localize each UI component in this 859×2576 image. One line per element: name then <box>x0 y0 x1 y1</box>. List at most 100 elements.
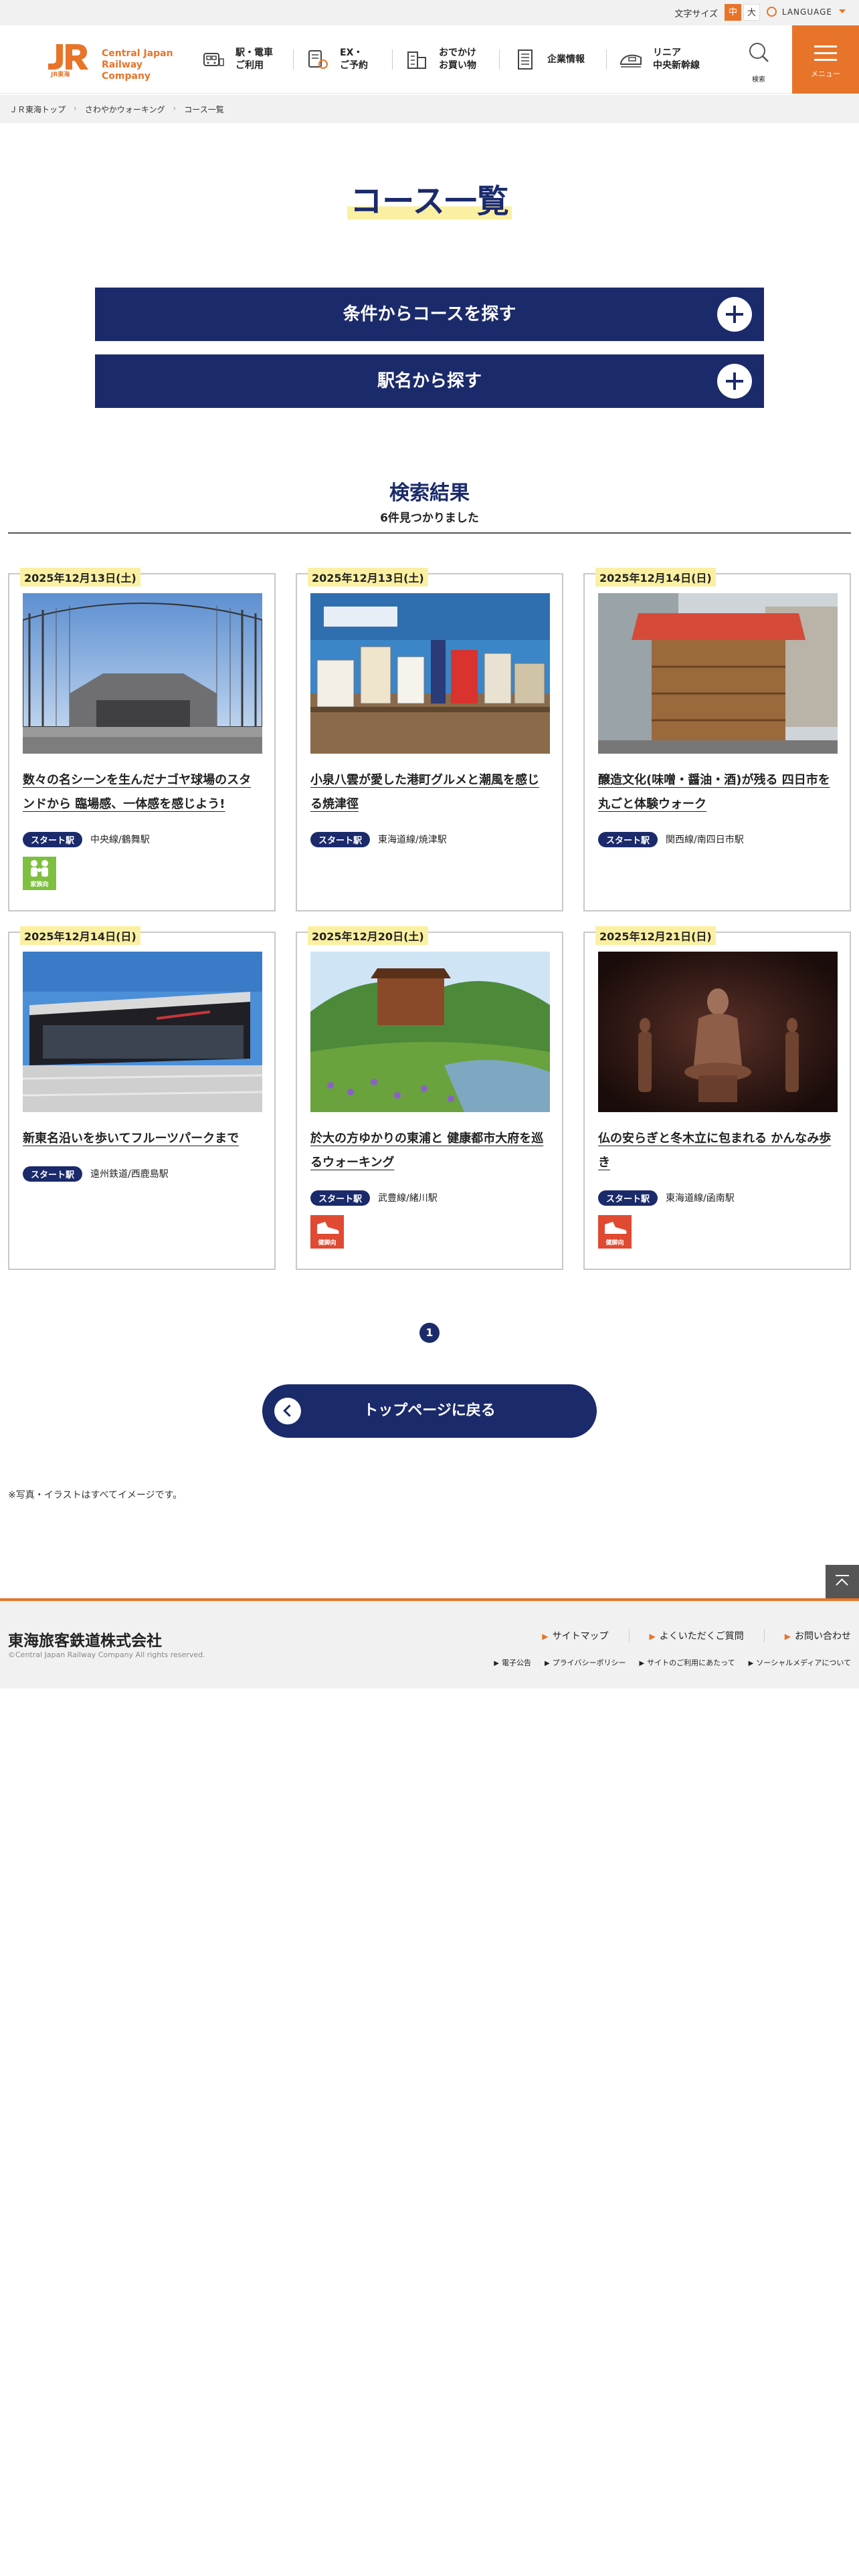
footer-sublink-label: 電子公告 <box>501 1658 531 1667</box>
breadcrumb-home[interactable]: ＪＲ東海トップ <box>9 104 66 115</box>
footer-sublink-social[interactable]: ▶ ソーシャルメディアについて <box>749 1657 851 1668</box>
page-top-button[interactable] <box>826 1565 859 1598</box>
course-photo-buddha-statues <box>598 952 838 1112</box>
course-date: 2025年12月14日(日) <box>20 926 140 945</box>
image-note: ※写真・イラストはすべてイメージです。 <box>8 1490 183 1501</box>
course-photo-yaizu <box>310 593 550 754</box>
badge-label: 健脚向 <box>605 1240 624 1247</box>
breadcrumb-link[interactable]: ＪＲ東海トップ <box>9 105 66 114</box>
nav-outing-shopping[interactable]: おでかけ お買い物 <box>405 44 492 75</box>
brand-name: Central Japan Railway Company <box>102 48 187 82</box>
page-title: コース一覧 <box>0 181 859 222</box>
start-station-tag: スタート駅 <box>598 831 658 847</box>
search-label: 検索 <box>752 76 765 84</box>
accordion-label: 条件からコースを探す <box>343 304 516 324</box>
search-button[interactable]: 検索 <box>744 39 773 86</box>
start-station: スタート駅 武豊線/緒川駅 <box>310 1190 438 1206</box>
footer-link-contact[interactable]: ▶ お問い合わせ <box>763 1629 851 1642</box>
maglev-icon <box>620 54 642 68</box>
course-photo-service-area <box>23 952 262 1112</box>
course-date: 2025年12月13日(土) <box>308 568 428 586</box>
course-photo-iris-garden <box>310 952 550 1112</box>
nav-corporate-info[interactable]: 企業情報 <box>514 44 594 75</box>
badge-label: 家族向 <box>30 881 49 888</box>
start-station-tag: スタート駅 <box>310 831 371 847</box>
triangle-right-icon: ▶ <box>639 1660 645 1667</box>
start-station-name: 遠州鉄道/西鹿島駅 <box>90 1169 169 1180</box>
breadcrumb: ＪＲ東海トップ › さわやかウォーキング › コース一覧 <box>0 95 859 123</box>
triangle-right-icon: ▶ <box>494 1660 499 1667</box>
font-size-large-button[interactable]: 大 <box>743 4 760 21</box>
plus-icon <box>717 297 752 332</box>
shoe-icon <box>605 1222 627 1234</box>
family-badge: 家族向 <box>23 857 56 890</box>
nav-station-train[interactable]: 駅・電車 ご利用 <box>202 44 282 75</box>
pagination-page-current[interactable]: 1 <box>419 1323 440 1343</box>
page-title-text: コース一覧 <box>347 181 512 222</box>
search-by-station-accordion[interactable]: 駅名から探す <box>95 354 764 408</box>
footer-sublink-privacy[interactable]: ▶ プライバシーポリシー <box>545 1657 626 1668</box>
course-card[interactable]: 2025年12月13日(土) 小泉八雲が愛した港町グルメと潮風を感じる焼津徑 ス… <box>296 568 563 911</box>
course-title: 数々の名シーンを生んだナゴヤ球場のスタンドから 臨場感、一体感を感じよう! <box>23 773 252 811</box>
search-by-conditions-accordion[interactable]: 条件からコースを探す <box>95 288 764 341</box>
course-photo-stadium <box>23 593 262 754</box>
triangle-right-icon: ▶ <box>649 1632 656 1641</box>
globe-icon <box>766 7 777 17</box>
footer-link-sitemap[interactable]: ▶ サイトマップ <box>522 1629 628 1642</box>
breadcrumb-current: コース一覧 <box>184 105 224 114</box>
course-card[interactable]: 2025年12月20日(土) 於大の方ゆかりの東浦と 健康都市大府を巡るウォーキ… <box>296 926 563 1270</box>
triangle-right-icon: ▶ <box>542 1632 549 1641</box>
start-station-tag: スタート駅 <box>23 1166 83 1182</box>
results-title: 検索結果 <box>389 481 470 505</box>
jr-central-logo[interactable]: JR東海 Central Japan Railway Company <box>47 43 187 82</box>
caret-down-icon <box>839 9 846 13</box>
footer-sublink-label: サイトのご利用にあたって <box>647 1658 735 1667</box>
nav-divider <box>499 49 500 70</box>
font-size-medium-button[interactable]: 中 <box>725 4 741 21</box>
nav-divider <box>392 49 393 70</box>
nav-label: リニア 中央新幹線 <box>653 47 700 71</box>
triangle-right-icon: ▶ <box>784 1632 791 1641</box>
start-station-name: 武豊線/緒川駅 <box>378 1193 438 1204</box>
footer-link-faq[interactable]: ▶ よくいただくご質問 <box>628 1629 764 1642</box>
start-station: スタート駅 東海道線/焼津駅 <box>310 831 447 847</box>
office-building-icon <box>518 49 533 70</box>
back-button-label: トップページに戻る <box>363 1402 496 1419</box>
menu-label: メニュー <box>811 70 840 78</box>
hamburger-icon <box>814 59 837 61</box>
course-card[interactable]: 2025年12月13日(土) 数々の名シーンを生んだナゴヤ球場のスタンドから 臨… <box>8 568 276 911</box>
hamburger-icon <box>814 52 837 54</box>
breadcrumb-link[interactable]: さわやかウォーキング <box>85 105 165 114</box>
footer-sublink-public-notice[interactable]: ▶ 電子公告 <box>494 1657 531 1668</box>
breadcrumb-walking[interactable]: さわやかウォーキング <box>85 104 165 115</box>
menu-button[interactable]: メニュー <box>792 25 859 94</box>
ticket-icon <box>308 50 328 69</box>
chevron-right-icon: › <box>74 104 77 113</box>
nav-divider <box>293 49 294 70</box>
course-photo-brewery <box>598 593 838 754</box>
site-footer: 東海旅客鉄道株式会社 ©Central Japan Railway Compan… <box>0 1598 859 1689</box>
course-card[interactable]: 2025年12月21日(日) 仏の安らぎと冬木立に包まれる かんなみ歩き スター… <box>583 926 851 1270</box>
course-card[interactable]: 2025年12月14日(日) 新東名沿いを歩いてフルーツパークまで スタート駅 … <box>8 926 276 1270</box>
footer-sublink-label: ソーシャルメディアについて <box>756 1658 851 1667</box>
nav-ex-reservation[interactable]: EX・ ご予約 <box>306 44 387 75</box>
building-icon <box>407 51 426 69</box>
footer-sublink-label: プライバシーポリシー <box>552 1658 626 1667</box>
footer-links: ▶ サイトマップ ▶ よくいただくご質問 ▶ お問い合わせ <box>522 1629 851 1642</box>
footer-company-name: 東海旅客鉄道株式会社 <box>8 1632 162 1650</box>
utility-bar: 文字サイズ 中 大 LANGUAGE <box>0 0 859 25</box>
back-to-top-page-button[interactable]: トップページに戻る <box>262 1384 597 1438</box>
language-selector[interactable]: LANGUAGE <box>766 7 846 17</box>
chevron-right-icon: › <box>173 104 177 113</box>
divider <box>8 532 851 534</box>
font-size-label: 文字サイズ <box>674 9 718 19</box>
course-card[interactable]: 2025年12月14日(日) 醸造文化(味噌・醤油・酒)が残る 四日市を丸ごと体… <box>583 568 851 911</box>
footer-sublink-terms[interactable]: ▶ サイトのご利用にあたって <box>639 1657 735 1668</box>
badge-label: 健脚向 <box>318 1240 337 1247</box>
hamburger-icon <box>814 45 837 47</box>
nav-linear-chuo-shinkansen[interactable]: リニア 中央新幹線 <box>619 44 720 75</box>
accordion-label: 駅名から探す <box>377 371 482 391</box>
start-station-tag: スタート駅 <box>23 831 83 847</box>
family-icon <box>31 860 48 877</box>
course-date: 2025年12月13日(土) <box>20 568 140 586</box>
